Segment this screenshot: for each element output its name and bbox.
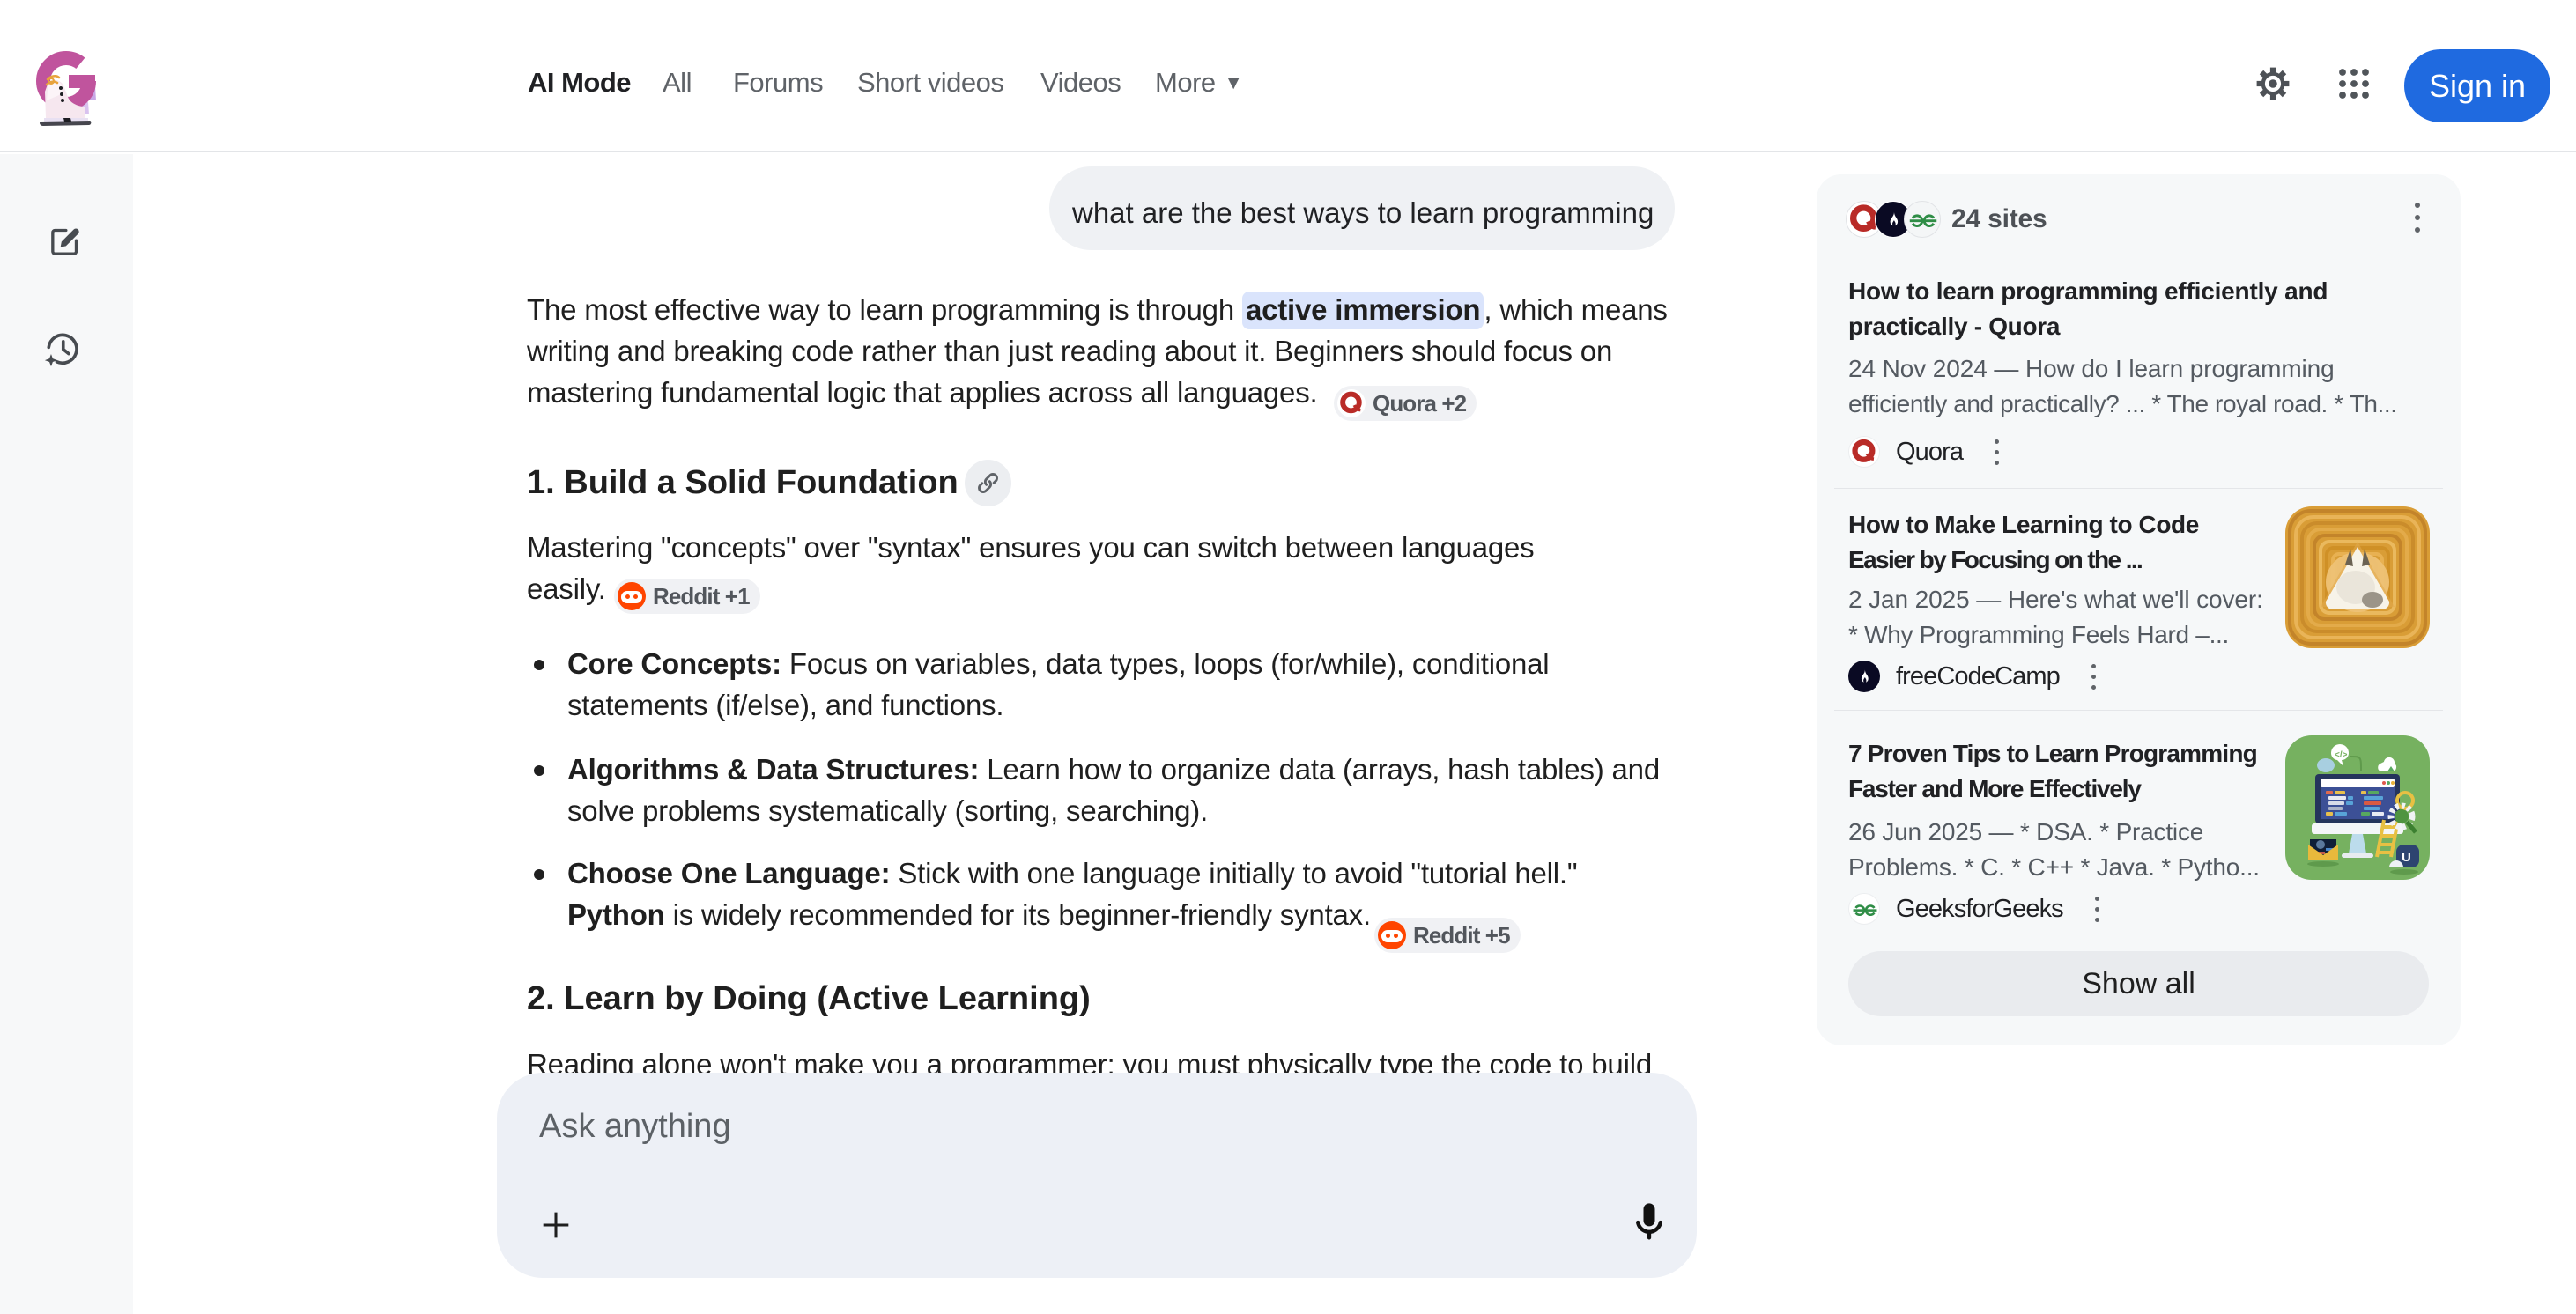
svg-text:</>: </> [2335,750,2348,760]
svg-text:U: U [2402,850,2411,865]
